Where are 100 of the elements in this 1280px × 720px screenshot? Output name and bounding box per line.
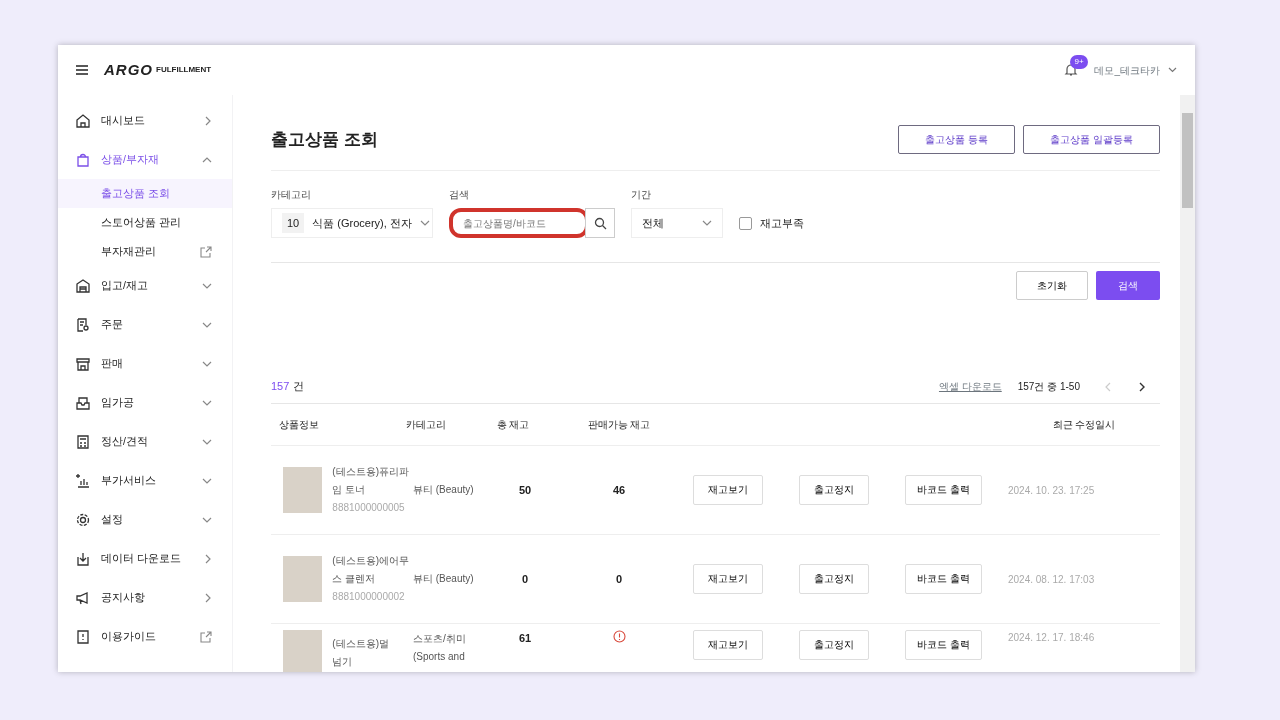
product-name: (테스트용)퓨리파 임 토너	[332, 465, 410, 497]
updated-date: 2024. 10. 23. 17:25	[1008, 483, 1096, 498]
column-header: 상품정보	[278, 418, 320, 432]
sidebar-item[interactable]: 공지사항	[58, 578, 232, 617]
logo-subtitle: FULFILLMENT	[156, 64, 212, 76]
column-header: 판매가능 재고	[586, 418, 652, 432]
filter-label: 검색	[449, 188, 470, 202]
sidebar-item[interactable]: 설정	[58, 500, 232, 539]
sidebar-item[interactable]: 이용가이드	[58, 617, 232, 656]
row-action-button[interactable]: 출고정지	[799, 475, 869, 505]
sidebar-subitem[interactable]: 스토어상품 관리	[58, 208, 232, 237]
calculator-icon	[75, 433, 91, 450]
row-action-button[interactable]: 재고보기	[693, 630, 763, 660]
row-action-button[interactable]: 바코드 출력	[905, 630, 982, 660]
tray-icon	[75, 394, 91, 411]
chevron-down-icon[interactable]	[202, 515, 212, 524]
sidebar-item[interactable]: 부가서비스	[58, 461, 232, 500]
row-action-button[interactable]: 출고정지	[799, 564, 869, 594]
scrollbar[interactable]	[1180, 95, 1195, 672]
chevron-down-icon[interactable]	[1168, 67, 1177, 73]
selected-count: 10	[282, 212, 305, 234]
home-icon	[75, 112, 91, 129]
menu-icon[interactable]	[76, 65, 88, 75]
sidebar-item[interactable]: 상품/부자재	[58, 140, 232, 179]
result-unit: 건	[293, 379, 305, 395]
logo: ARGO	[104, 59, 153, 80]
search-button[interactable]: 검색	[1096, 271, 1160, 300]
chevron-down-icon[interactable]	[202, 281, 212, 290]
row-action-button[interactable]: 출고정지	[799, 630, 869, 660]
updated-date: 2024. 12. 17. 18:46	[1008, 631, 1096, 645]
chevron-right-icon[interactable]	[1138, 381, 1146, 392]
chevron-down-icon[interactable]	[202, 320, 212, 329]
bell-icon[interactable]	[1064, 63, 1079, 77]
total-stock: 50	[518, 483, 532, 496]
column-header: 최근 수정일시	[1051, 418, 1117, 432]
sidebar-subitem[interactable]: 출고상품 조회	[58, 179, 232, 208]
page-title: 출고상품 조회	[271, 128, 379, 151]
sidebar-item[interactable]: 정산/견적	[58, 422, 232, 461]
product-photo	[283, 630, 323, 672]
scrollbar-thumb[interactable]	[1182, 113, 1193, 208]
notification-badge: 9+	[1070, 55, 1088, 69]
row-action-button[interactable]: 재고보기	[693, 564, 763, 594]
row-action-button[interactable]: 바코드 출력	[905, 475, 982, 505]
register-button[interactable]: 출고상품 일괄등록	[1023, 125, 1160, 154]
storefront-icon	[75, 355, 91, 372]
category-cell-text: 뷰티 (Beauty)	[413, 572, 474, 586]
megaphone-icon	[75, 589, 91, 606]
barcode-number: 8881000000002	[332, 590, 406, 604]
filter-label: 카테고리	[271, 188, 312, 202]
chart-plus-icon	[75, 472, 91, 489]
filter-label: 기간	[631, 188, 652, 202]
excel-download-link[interactable]: 엑셀 다운로드	[938, 379, 1002, 394]
result-count: 157	[271, 379, 290, 395]
sidebar-item[interactable]: 입고/재고	[58, 266, 232, 305]
book-icon	[75, 628, 91, 645]
download-icon	[75, 550, 91, 567]
user-name[interactable]: 데모_테크타카	[1094, 62, 1160, 78]
available-stock: 46	[612, 482, 626, 498]
chevron-down-icon[interactable]	[202, 359, 212, 368]
chevron-up-icon[interactable]	[202, 155, 212, 164]
external-link-icon[interactable]	[200, 245, 212, 258]
updated-date: 2024. 08. 12. 17:03	[1008, 572, 1096, 587]
total-stock: 0	[521, 572, 529, 585]
total-stock: 61	[518, 632, 532, 644]
search-icon[interactable]	[593, 216, 607, 230]
category-select[interactable]: 10 식품 (Grocery), 전자	[271, 208, 433, 238]
product-photo	[283, 467, 323, 513]
sidebar-subitem[interactable]: 부자재관리	[58, 237, 232, 266]
reset-button[interactable]: 초기화	[1016, 271, 1088, 300]
sidebar-item[interactable]: 대시보드	[58, 101, 232, 140]
column-header: 카테고리	[405, 418, 447, 432]
available-stock: 0	[615, 571, 623, 587]
chevron-down-icon[interactable]	[702, 219, 712, 227]
sidebar-item[interactable]: 주문	[58, 305, 232, 344]
sidebar-item[interactable]: 데이터 다운로드	[58, 539, 232, 578]
checkbox[interactable]	[739, 216, 752, 230]
period-select[interactable]: 전체	[631, 208, 723, 238]
row-action-button[interactable]: 재고보기	[693, 475, 763, 505]
gear-icon	[75, 511, 91, 528]
sidebar-item[interactable]: 임가공	[58, 383, 232, 422]
chevron-down-icon[interactable]	[202, 476, 212, 485]
chevron-down-icon[interactable]	[419, 219, 430, 227]
chevron-down-icon[interactable]	[202, 437, 212, 446]
checkbox-label: 재고부족	[760, 215, 804, 231]
category-cell-text: 스포츠/취미 (Sports and	[413, 632, 467, 664]
document-search-icon	[75, 316, 91, 333]
bag-icon	[75, 151, 91, 168]
product-name: (테스트용)멀 넘기	[332, 637, 390, 669]
warehouse-icon	[75, 277, 91, 294]
product-photo	[283, 556, 323, 602]
column-header: 총 재고	[495, 418, 531, 432]
product-name: (테스트용)에어무 스 클렌저	[332, 554, 410, 586]
external-link-icon[interactable]	[200, 630, 212, 643]
chevron-down-icon[interactable]	[202, 398, 212, 407]
pagination-range: 157건 중 1-50	[1017, 380, 1080, 394]
sidebar-item[interactable]: 판매	[58, 344, 232, 383]
barcode-number: 8881000000005	[332, 501, 406, 515]
category-cell-text: 뷰티 (Beauty)	[413, 483, 474, 497]
row-action-button[interactable]: 바코드 출력	[905, 564, 982, 594]
register-button[interactable]: 출고상품 등록	[898, 125, 1016, 154]
